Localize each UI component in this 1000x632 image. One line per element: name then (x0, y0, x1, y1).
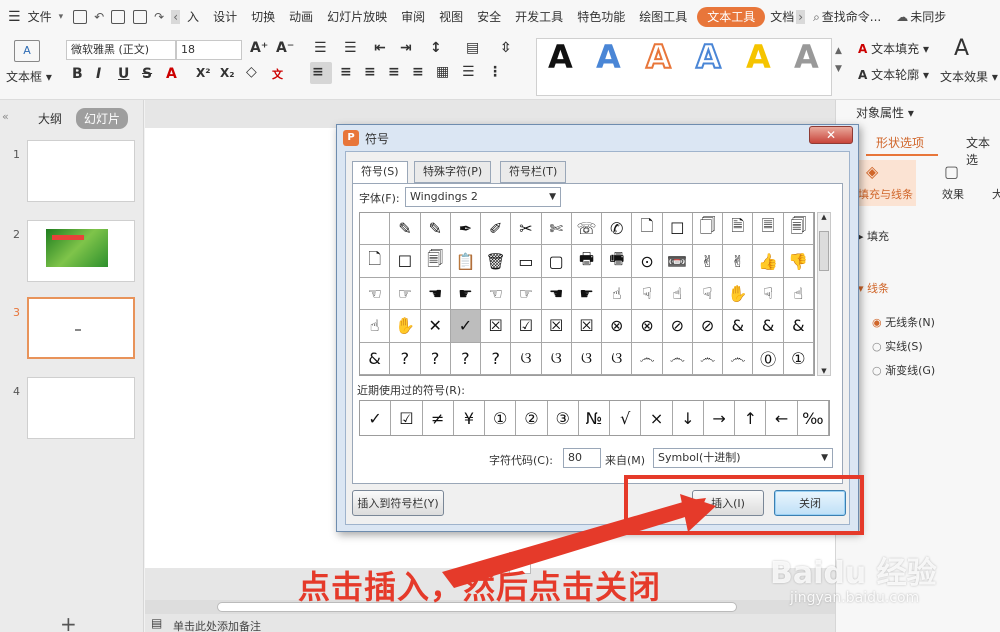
annotation-overlay (442, 475, 864, 588)
baidu-watermark-url: jingyan.baidu.com (790, 590, 920, 606)
wps-presentation-window: ☰ 文件 ▾ ↶ ↷ ‹ 入 设计 切换 动画 幻灯片放映 审阅 视图 安全 开… (0, 0, 1000, 632)
highlight-box (624, 475, 864, 535)
annotation-text: 点击插入，然后点击关闭 (298, 568, 662, 606)
baidu-watermark: Baidu 经验 (770, 556, 937, 591)
